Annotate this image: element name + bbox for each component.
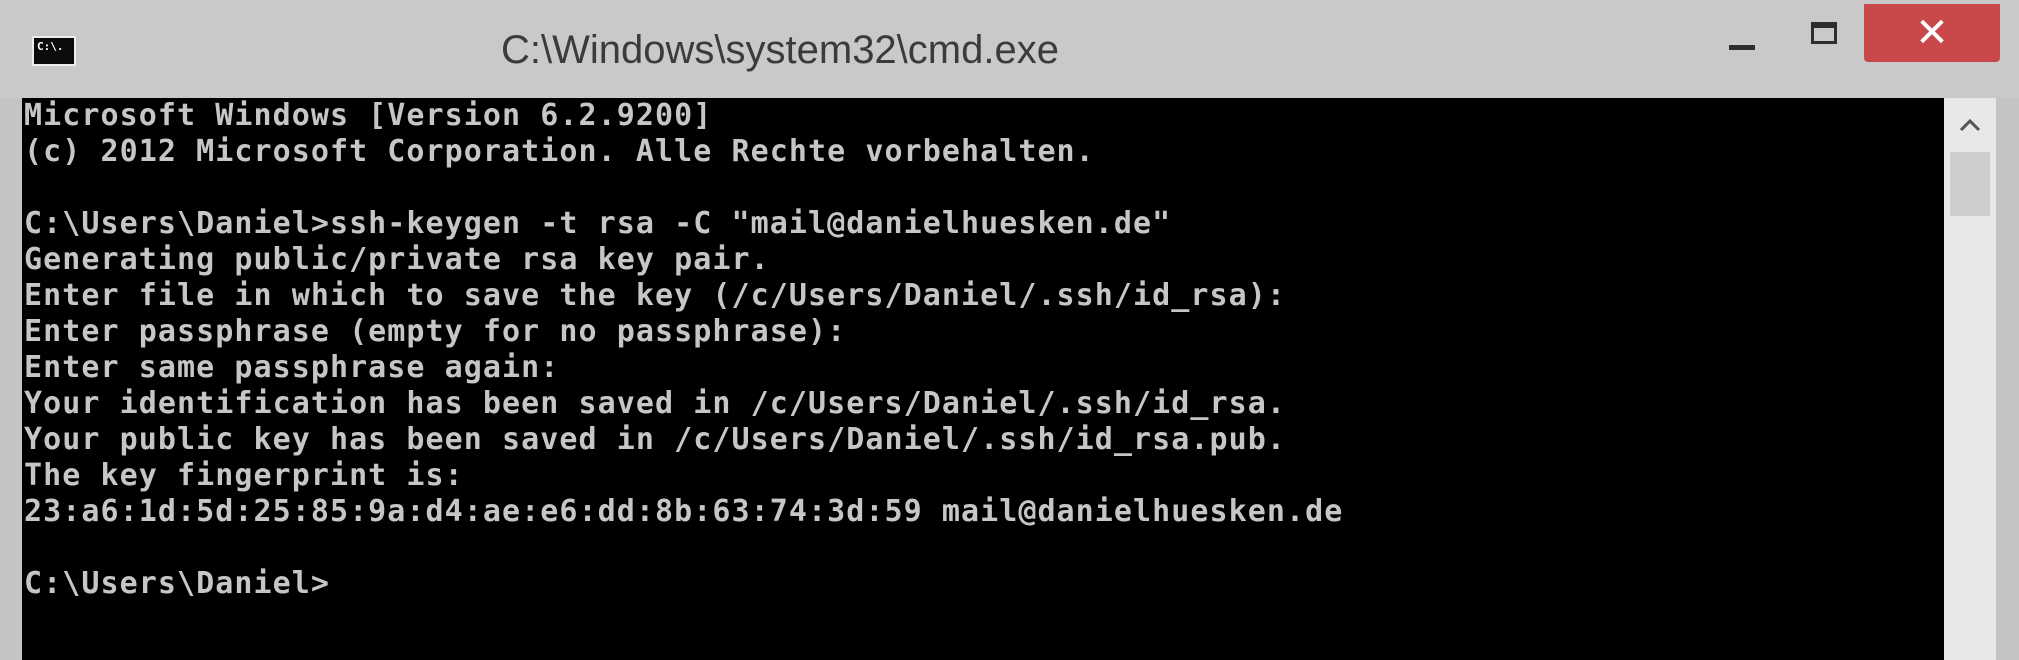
console-line: Microsoft Windows [Version 6.2.9200] [24, 98, 713, 133]
cmd-window: C:\. C:\Windows\system32\cmd.exe ✕ Micro… [0, 0, 2019, 660]
console-line: Enter passphrase (empty for no passphras… [24, 314, 847, 349]
window-title: C:\Windows\system32\cmd.exe [501, 28, 1059, 72]
title-bar[interactable]: C:\. C:\Windows\system32\cmd.exe ✕ [0, 0, 2019, 98]
scroll-thumb[interactable] [1950, 152, 1990, 216]
close-button[interactable]: ✕ [1864, 4, 2000, 62]
minimize-button[interactable] [1708, 4, 1776, 62]
console-line: C:\Users\Daniel>ssh-keygen -t rsa -C "ma… [24, 206, 1172, 241]
window-frame [1996, 98, 2019, 660]
maximize-button[interactable] [1790, 4, 1858, 62]
console-prompt-line: C:\Users\Daniel> [24, 566, 330, 601]
console-output[interactable]: Microsoft Windows [Version 6.2.9200] (c)… [22, 98, 1944, 660]
console-line: 23:a6:1d:5d:25:85:9a:d4:ae:e6:dd:8b:63:7… [24, 494, 1344, 529]
scroll-up-button[interactable] [1944, 102, 1996, 148]
chevron-up-icon [1959, 118, 1981, 132]
minimize-icon [1729, 44, 1755, 50]
console-line: Your public key has been saved in /c/Use… [24, 422, 1287, 457]
console-line: Enter same passphrase again: [24, 350, 560, 385]
vertical-scrollbar[interactable] [1944, 98, 1996, 660]
console-line: Generating public/private rsa key pair. [24, 242, 770, 277]
console-line: Enter file in which to save the key (/c/… [24, 278, 1287, 313]
console-line: Your identification has been saved in /c… [24, 386, 1287, 421]
maximize-icon [1811, 22, 1837, 44]
close-icon: ✕ [1915, 10, 1949, 56]
console-line: The key fingerprint is: [24, 458, 464, 493]
console-line: (c) 2012 Microsoft Corporation. Alle Rec… [24, 134, 1095, 169]
